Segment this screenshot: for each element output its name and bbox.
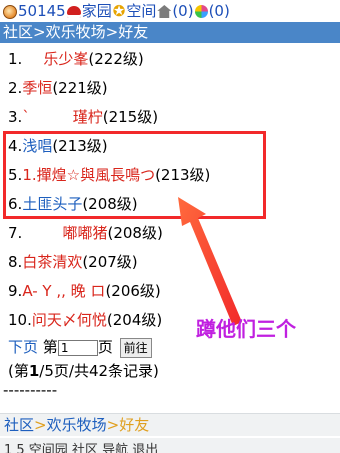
friend-level: (206级) bbox=[105, 282, 161, 300]
row-padding bbox=[22, 224, 60, 242]
breadcrumb: 社区>欢乐牧场>好友 bbox=[0, 22, 340, 43]
highlight-box bbox=[3, 131, 266, 219]
house-count-link[interactable]: (0) bbox=[172, 2, 193, 20]
footer-sep: > bbox=[106, 416, 120, 434]
flower-icon bbox=[194, 5, 208, 18]
avatar-icon bbox=[3, 4, 17, 19]
footer-current: 好友 bbox=[119, 416, 150, 434]
top-bar: 50145 家园✪空间 (0) (0) bbox=[0, 0, 340, 22]
breadcrumb-sep: > bbox=[33, 23, 46, 41]
annotation-text: 蹲他们三个 bbox=[196, 317, 296, 341]
friend-row: 1. 乐少峯(222级) bbox=[0, 45, 340, 74]
row-padding bbox=[22, 50, 41, 68]
friend-name-link[interactable]: 嘟嘟猪 bbox=[62, 224, 107, 242]
row-number: 9. bbox=[8, 282, 23, 300]
footer-nav-line: 1 5 空间园 社区 导航 退出 bbox=[0, 438, 340, 453]
friend-level: (222级) bbox=[88, 50, 144, 68]
row-number: 7. bbox=[8, 224, 23, 242]
friend-name-link[interactable]: 问天〆何悦 bbox=[32, 311, 107, 329]
row-number: 10. bbox=[8, 311, 32, 329]
breadcrumb-community[interactable]: 社区 bbox=[3, 23, 33, 41]
row-number: 8. bbox=[8, 253, 23, 271]
hat-icon bbox=[66, 5, 81, 18]
divider: ---------- bbox=[3, 381, 58, 399]
user-id-link[interactable]: 50145 bbox=[18, 2, 66, 20]
footer-farm-link[interactable]: 欢乐牧场 bbox=[47, 416, 107, 434]
friend-row: 3.ˋ 瑾柠(215级) bbox=[0, 103, 340, 132]
space-link[interactable]: 空间 bbox=[126, 2, 156, 20]
house-icon bbox=[157, 5, 172, 18]
friend-level: (215级) bbox=[102, 108, 159, 126]
summary-open: (第 bbox=[8, 362, 29, 380]
star-icon: ✪ bbox=[112, 2, 126, 20]
friend-row: 9.A- Y ,, 晚 ロ(206级) bbox=[0, 277, 340, 306]
page-prefix: 第 bbox=[42, 338, 58, 356]
go-button[interactable]: 前往 bbox=[119, 337, 152, 358]
breadcrumb-sep: > bbox=[105, 23, 119, 41]
breadcrumb-current: 好友 bbox=[118, 23, 149, 41]
row-number: 1. bbox=[8, 50, 23, 68]
next-page-link[interactable]: 下页 bbox=[8, 338, 38, 356]
friend-name-link[interactable]: ˋ 瑾柠 bbox=[22, 108, 102, 126]
page-summary: (第1/5页/共42条记录) bbox=[0, 359, 340, 383]
breadcrumb-farm[interactable]: 欢乐牧场 bbox=[46, 23, 106, 41]
friend-name-link[interactable]: 白茶清欢 bbox=[22, 253, 82, 271]
home-link[interactable]: 家园 bbox=[82, 2, 112, 20]
friend-name-link[interactable]: 乐少峯 bbox=[43, 50, 88, 68]
friend-level: (221级) bbox=[52, 79, 108, 97]
flower-count-link[interactable]: (0) bbox=[209, 2, 230, 20]
page-suffix: 页 bbox=[97, 338, 113, 356]
friend-level: (208级) bbox=[107, 224, 163, 242]
friend-row: 2.季恒(221级) bbox=[0, 74, 340, 103]
footer-community-link[interactable]: 社区 bbox=[4, 416, 34, 434]
friend-name-link[interactable]: A- Y ,, 晚 ロ bbox=[22, 282, 105, 300]
row-number: 3. bbox=[8, 108, 23, 126]
friend-level: (207级) bbox=[82, 253, 138, 271]
footer-sep: > bbox=[34, 416, 47, 434]
friend-level: (204级) bbox=[106, 311, 163, 329]
friend-name-link[interactable]: 季恒 bbox=[22, 79, 52, 97]
summary-rest: /5页/共42条记录) bbox=[39, 362, 159, 380]
friend-row: 7. 嘟嘟猪(208级) bbox=[0, 219, 340, 248]
row-number: 2. bbox=[8, 79, 23, 97]
summary-current-page: 1 bbox=[28, 362, 40, 380]
footer-breadcrumb: 社区>欢乐牧场>好友 bbox=[0, 413, 340, 436]
friend-row: 8.白茶清欢(207级) bbox=[0, 248, 340, 277]
page-number-input[interactable] bbox=[57, 339, 98, 356]
